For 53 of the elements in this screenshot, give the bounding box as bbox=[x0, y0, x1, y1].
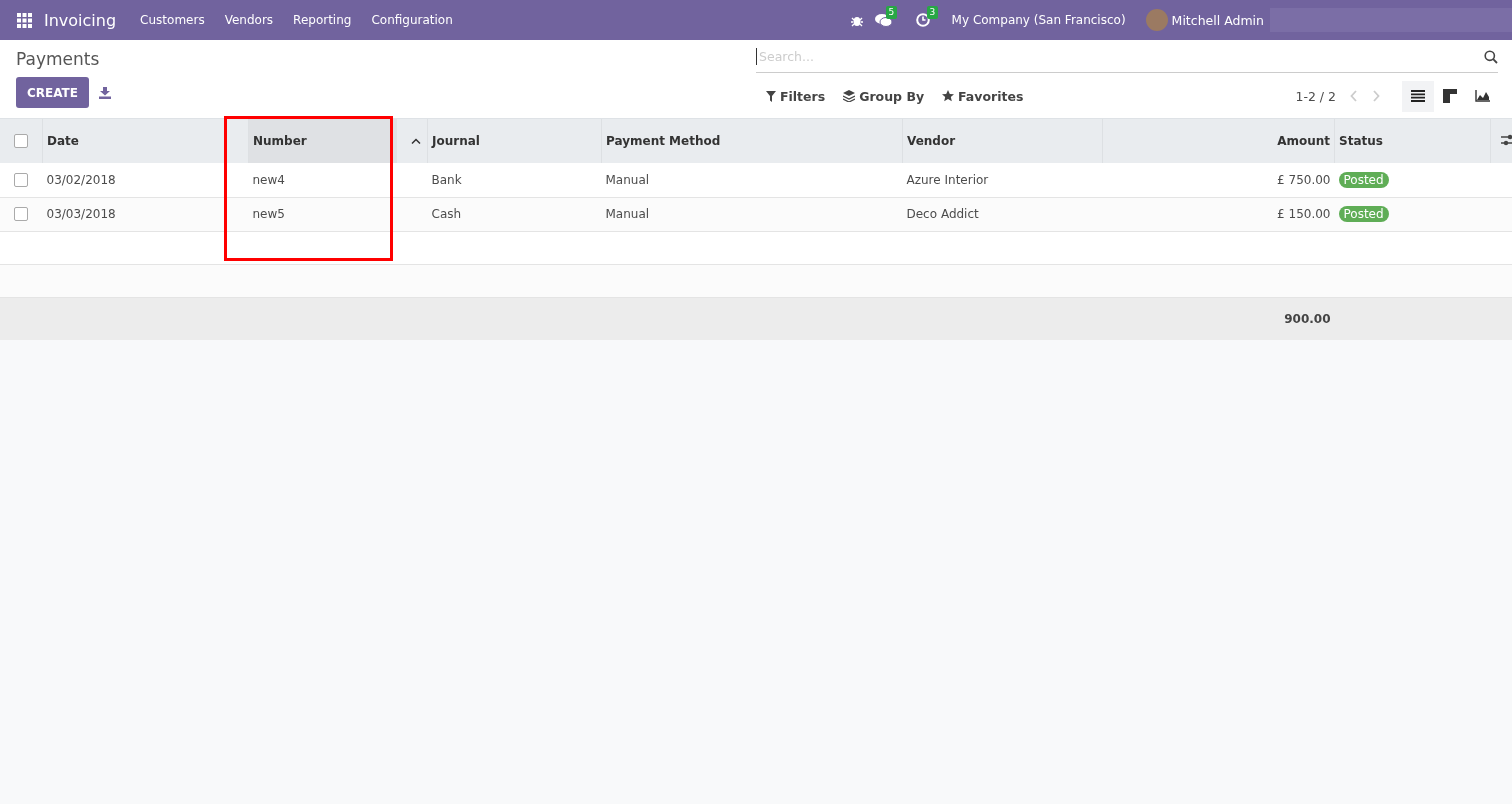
table-cell: Deco Addict bbox=[906, 207, 979, 221]
table-cell: Bank bbox=[431, 172, 462, 187]
table-cell: Manual bbox=[605, 172, 650, 187]
message-count-badge: 5 bbox=[885, 6, 898, 19]
search-option-toggle[interactable]: Filters bbox=[766, 88, 826, 104]
menu-item[interactable]: Reporting bbox=[293, 13, 352, 27]
column-header[interactable]: Status bbox=[1335, 119, 1387, 163]
table-cell: £ 150.00 bbox=[1277, 207, 1331, 221]
clock-icon[interactable] bbox=[915, 13, 930, 27]
table-cell: new5 bbox=[252, 207, 285, 221]
app-name[interactable]: Invoicing bbox=[44, 10, 117, 30]
kanban-icon bbox=[1443, 89, 1457, 103]
menu-item[interactable]: Configuration bbox=[371, 13, 453, 27]
activity-count-badge: 3 bbox=[926, 6, 939, 19]
status-tag: Posted bbox=[1338, 171, 1389, 188]
create-button[interactable]: CREATE bbox=[16, 77, 89, 108]
column-options-icon[interactable] bbox=[1500, 133, 1512, 146]
menu-item[interactable]: Vendors bbox=[224, 13, 274, 27]
select-all-checkbox[interactable] bbox=[14, 134, 28, 149]
layers-icon bbox=[843, 90, 856, 102]
table-cell: Manual bbox=[605, 207, 650, 221]
search-option-toggle[interactable]: Favorites bbox=[942, 88, 1024, 104]
user-menu[interactable]: Mitchell Admin bbox=[1171, 12, 1264, 28]
menu-item[interactable]: Customers bbox=[140, 13, 205, 27]
column-header[interactable]: Journal bbox=[428, 119, 484, 163]
table-cell: £ 750.00 bbox=[1277, 172, 1331, 187]
table-cell: 03/03/2018 bbox=[46, 207, 116, 221]
column-header[interactable]: Payment Method bbox=[602, 119, 725, 163]
search-option-toggle[interactable]: Group By bbox=[843, 88, 925, 104]
column-header[interactable]: Date bbox=[43, 119, 83, 163]
page-title: Payments bbox=[16, 49, 101, 69]
list-view-button[interactable] bbox=[1402, 80, 1434, 112]
amount-total: 900.00 bbox=[1284, 311, 1331, 326]
company-switcher[interactable]: My Company (San Francisco) bbox=[951, 13, 1126, 27]
star-icon bbox=[942, 90, 955, 102]
filter-icon bbox=[766, 90, 776, 102]
apps-grid-icon[interactable] bbox=[17, 12, 32, 28]
download-icon[interactable] bbox=[99, 86, 111, 99]
pager-value: 1-2 / 2 bbox=[1295, 88, 1336, 104]
status-tag: Posted bbox=[1338, 206, 1389, 222]
table-cell: 03/02/2018 bbox=[46, 172, 116, 187]
row-checkbox[interactable] bbox=[14, 173, 29, 187]
sort-caret-icon[interactable] bbox=[411, 138, 421, 144]
row-checkbox[interactable] bbox=[14, 207, 29, 222]
column-header[interactable]: Amount bbox=[1273, 119, 1334, 163]
table-cell: Cash bbox=[431, 207, 462, 221]
area-chart-icon bbox=[1474, 90, 1490, 102]
list-lines-icon bbox=[1411, 90, 1425, 102]
table-cell: Azure Interior bbox=[906, 172, 989, 187]
column-header[interactable]: Vendor bbox=[903, 119, 960, 163]
table-cell: new4 bbox=[252, 172, 285, 187]
column-header[interactable]: Number bbox=[249, 119, 397, 163]
search-icon[interactable] bbox=[1484, 49, 1498, 64]
